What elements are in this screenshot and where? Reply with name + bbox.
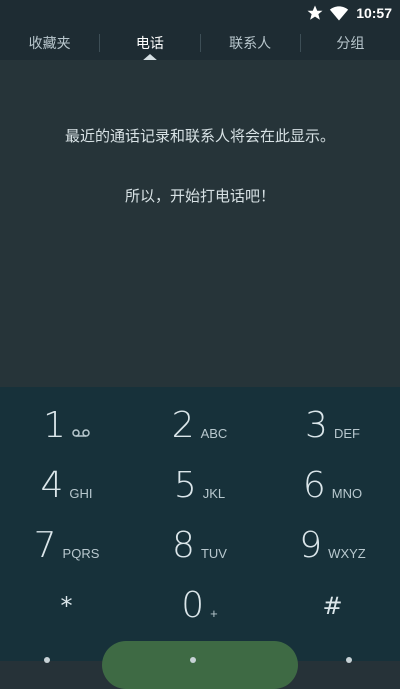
key-digit: # (322, 592, 343, 620)
call-log-empty-area: 最近的通话记录和联系人将会在此显示。 所以，开始打电话吧！ (0, 60, 400, 387)
key-digit: 6 (302, 465, 326, 506)
key-digit: 8 (172, 525, 195, 566)
bottom-right-icon[interactable] (346, 657, 352, 663)
key-digit: 5 (173, 465, 197, 506)
key-letters: PQRS (62, 545, 100, 561)
key-letters: DEF (333, 425, 360, 441)
tab-favorites[interactable]: 收藏夹 (0, 26, 99, 60)
key-digit: 7 (33, 525, 57, 566)
dialpad-key-pound[interactable]: # (266, 577, 399, 635)
key-digit: 0 (181, 585, 205, 626)
dialpad-key-3[interactable]: 3 DEF (266, 397, 399, 455)
status-time: 10:57 (356, 5, 392, 21)
bottom-left-icon[interactable] (44, 657, 50, 663)
key-letters: + (210, 605, 218, 621)
dialpad-key-8[interactable]: 8 TUV (133, 517, 266, 575)
dialpad-key-0[interactable]: 0 + (133, 577, 266, 635)
dialpad: 1 2 ABC 3 DEF 4 GHI 5 JKL 6 MNO 7 PQRS 8… (0, 387, 400, 661)
tab-favorites-label: 收藏夹 (28, 36, 71, 52)
tab-phone[interactable]: 电话 (100, 26, 199, 61)
key-digit: 4 (40, 465, 64, 506)
tab-contacts[interactable]: 联系人 (201, 26, 300, 60)
dialpad-key-4[interactable]: 4 GHI (0, 457, 133, 515)
tab-phone-label: 电话 (135, 36, 164, 52)
tab-groups-label: 分组 (336, 36, 365, 52)
key-digit: 2 (171, 405, 195, 446)
star-icon (304, 2, 326, 24)
key-letters: JKL (202, 485, 226, 501)
dialpad-key-9[interactable]: 9 WXYZ (266, 517, 399, 575)
call-icon (190, 657, 196, 663)
key-letters: WXYZ (328, 545, 366, 561)
key-digit: 3 (305, 405, 328, 446)
voicemail-icon (72, 426, 90, 441)
key-digit: 1 (43, 405, 66, 446)
empty-state-hint: 所以，开始打电话吧！ (124, 187, 275, 205)
tab-groups[interactable]: 分组 (301, 26, 400, 60)
dialpad-key-2[interactable]: 2 ABC (133, 397, 266, 455)
key-letters: TUV (200, 545, 227, 561)
status-bar: 10:57 (0, 0, 400, 26)
call-button[interactable] (102, 641, 298, 689)
wifi-icon (328, 2, 350, 24)
tab-bar: 收藏夹 电话 联系人 分组 (0, 26, 400, 61)
dialpad-key-1[interactable]: 1 (0, 397, 133, 455)
dialpad-key-7[interactable]: 7 PQRS (0, 517, 133, 575)
key-digit: 9 (299, 525, 323, 566)
tab-contacts-label: 联系人 (229, 36, 272, 52)
key-digit: * (60, 592, 73, 620)
empty-state-message: 最近的通话记录和联系人将会在此显示。 (64, 127, 335, 145)
dialpad-key-star[interactable]: * (0, 577, 133, 635)
dialpad-key-6[interactable]: 6 MNO (266, 457, 399, 515)
key-letters: MNO (331, 485, 363, 501)
dialpad-key-5[interactable]: 5 JKL (133, 457, 266, 515)
key-letters: ABC (200, 425, 228, 441)
key-letters: GHI (69, 485, 93, 501)
